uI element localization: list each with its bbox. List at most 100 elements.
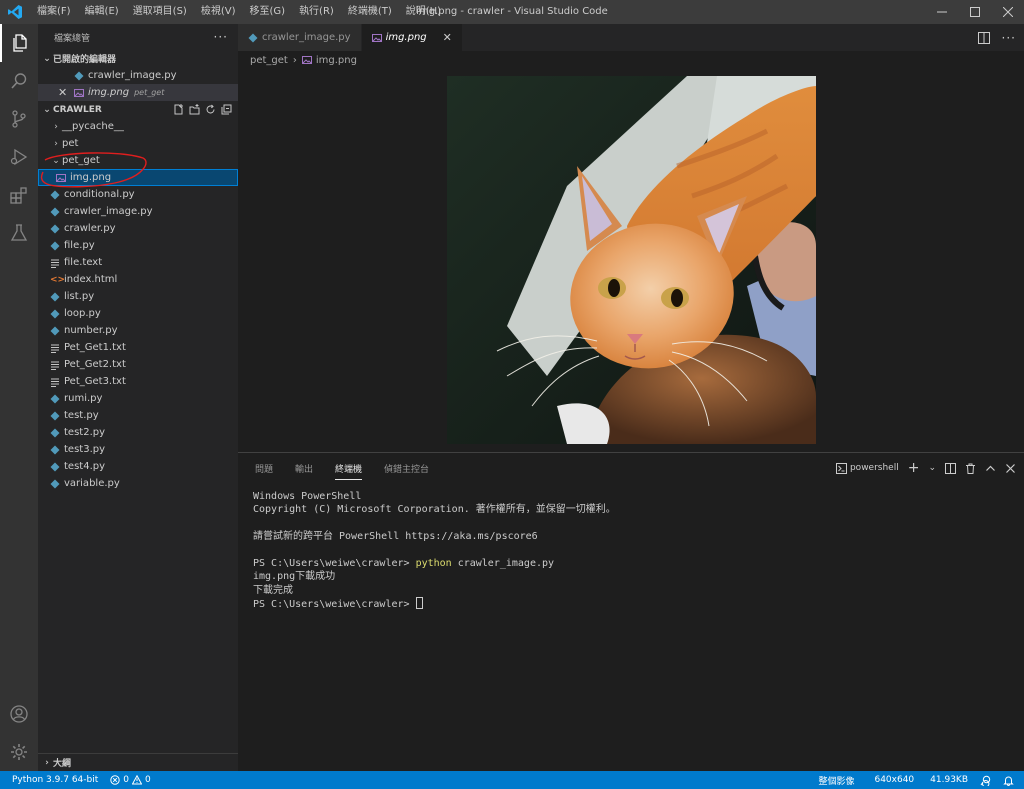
folder-label: CRAWLER (53, 104, 102, 115)
menu-view[interactable]: 檢視(V) (194, 0, 243, 24)
tree-folder[interactable]: › __pycache__ (38, 118, 238, 135)
menu-go[interactable]: 移至(G) (243, 0, 293, 24)
python-file-icon (50, 462, 60, 471)
python-interpreter[interactable]: Python 3.9.7 64-bit (0, 775, 104, 785)
menu-help[interactable]: 說明(H) (399, 0, 448, 24)
more-actions-icon[interactable]: ··· (214, 30, 228, 44)
image-zoom-mode[interactable]: 整個影像 (812, 774, 868, 787)
tree-folder[interactable]: › pet (38, 135, 238, 152)
close-panel-icon[interactable] (1005, 463, 1016, 474)
split-editor-icon[interactable] (977, 31, 990, 44)
cat-photo-image[interactable] (447, 76, 816, 444)
split-terminal-icon[interactable] (945, 462, 956, 474)
new-terminal-icon[interactable]: + (908, 460, 920, 476)
python-file-icon (50, 394, 60, 403)
tab-problems[interactable]: 問題 (255, 462, 273, 475)
tree-folder-open[interactable]: ⌄ pet_get (38, 152, 238, 169)
minimize-icon (936, 11, 947, 13)
tab-terminal[interactable]: 終端機 (335, 462, 363, 480)
account-icon (10, 705, 28, 723)
breadcrumb-file[interactable]: img.png (316, 55, 357, 66)
menu-edit[interactable]: 編輯(E) (78, 0, 126, 24)
python-file-icon (50, 190, 60, 199)
tree-file[interactable]: test2.py (38, 424, 238, 441)
menu-run[interactable]: 執行(R) (292, 0, 341, 24)
tab-crawler-image[interactable]: crawler_image.py (238, 24, 362, 51)
collapse-all-icon[interactable] (221, 104, 232, 115)
menu-file[interactable]: 檔案(F) (30, 0, 78, 24)
tree-file-selected[interactable]: img.png (38, 169, 238, 186)
tree-file[interactable]: file.text (38, 254, 238, 271)
tree-file[interactable]: conditional.py (38, 186, 238, 203)
tree-file[interactable]: file.py (38, 237, 238, 254)
minimize-button[interactable] (925, 0, 958, 24)
tab-img-png[interactable]: img.png ✕ (361, 24, 463, 51)
problems-status[interactable]: 0 0 (104, 775, 156, 785)
tab-label: crawler_image.py (262, 32, 351, 43)
tree-file-label: rumi.py (64, 393, 103, 404)
terminal-selector[interactable]: powershell (835, 462, 899, 474)
tab-output[interactable]: 輸出 (295, 462, 313, 475)
tree-file[interactable]: list.py (38, 288, 238, 305)
tree-file[interactable]: test4.py (38, 458, 238, 475)
tree-file[interactable]: variable.py (38, 475, 238, 492)
new-folder-icon[interactable] (189, 104, 200, 115)
source-control-icon (12, 110, 26, 128)
open-editor-item-active[interactable]: ✕ img.png pet_get (38, 84, 238, 101)
search-icon (11, 73, 27, 89)
breadcrumb-folder[interactable]: pet_get (250, 55, 288, 66)
python-file-icon (74, 71, 84, 80)
tab-label: img.png (385, 32, 427, 43)
explorer-button[interactable] (0, 24, 38, 62)
testing-button[interactable] (0, 214, 38, 252)
close-editor-icon[interactable]: ✕ (58, 86, 70, 99)
open-editor-item[interactable]: crawler_image.py (38, 67, 238, 84)
run-debug-icon (10, 148, 28, 166)
tree-file[interactable]: test3.py (38, 441, 238, 458)
terminal-output[interactable]: Windows PowerShell Copyright (C) Microso… (253, 490, 616, 612)
tree-file[interactable]: Pet_Get2.txt (38, 356, 238, 373)
files-icon (13, 34, 27, 52)
tab-debug-console[interactable]: 偵錯主控台 (384, 462, 429, 475)
tree-file[interactable]: number.py (38, 322, 238, 339)
tree-file-label: Pet_Get1.txt (64, 342, 126, 353)
extensions-button[interactable] (0, 176, 38, 214)
python-file-icon (50, 479, 60, 488)
accounts-button[interactable] (0, 695, 38, 733)
trash-icon[interactable] (965, 463, 976, 474)
maximize-button[interactable] (958, 0, 991, 24)
menu-terminal[interactable]: 終端機(T) (341, 0, 399, 24)
new-file-icon[interactable] (173, 104, 184, 115)
tree-file[interactable]: test.py (38, 407, 238, 424)
tree-folder-label: __pycache__ (62, 121, 124, 132)
tree-file[interactable]: loop.py (38, 305, 238, 322)
tree-file[interactable]: Pet_Get3.txt (38, 373, 238, 390)
notifications-button[interactable] (997, 775, 1024, 786)
folder-section[interactable]: ⌄ CRAWLER (38, 101, 238, 118)
chevron-down-icon[interactable]: ⌄ (928, 463, 936, 473)
terminal-line: 下載完成 (253, 584, 293, 596)
chevron-up-icon[interactable] (985, 463, 996, 474)
search-button[interactable] (0, 62, 38, 100)
close-tab-icon[interactable]: ✕ (443, 31, 452, 44)
terminal-command-args: crawler_image.py (451, 558, 555, 570)
tree-file[interactable]: rumi.py (38, 390, 238, 407)
open-editors-section[interactable]: ⌄ 已開啟的編輯器 (38, 50, 238, 67)
editor-actions: ··· (977, 24, 1016, 51)
tree-file[interactable]: crawler_image.py (38, 203, 238, 220)
run-debug-button[interactable] (0, 138, 38, 176)
tree-file[interactable]: <> index.html (38, 271, 238, 288)
python-file-icon (50, 224, 60, 233)
close-window-button[interactable] (991, 0, 1024, 24)
tree-file[interactable]: Pet_Get1.txt (38, 339, 238, 356)
manage-button[interactable] (0, 733, 38, 771)
tree-file[interactable]: crawler.py (38, 220, 238, 237)
chevron-down-icon: ⌄ (43, 53, 51, 64)
feedback-button[interactable] (974, 775, 997, 786)
status-bar-right: 整個影像 640x640 41.93KB (812, 774, 1024, 787)
more-actions-icon[interactable]: ··· (1002, 31, 1016, 45)
source-control-button[interactable] (0, 100, 38, 138)
outline-section[interactable]: › 大綱 (38, 753, 238, 771)
menu-selection[interactable]: 選取項目(S) (126, 0, 194, 24)
refresh-icon[interactable] (205, 104, 216, 115)
